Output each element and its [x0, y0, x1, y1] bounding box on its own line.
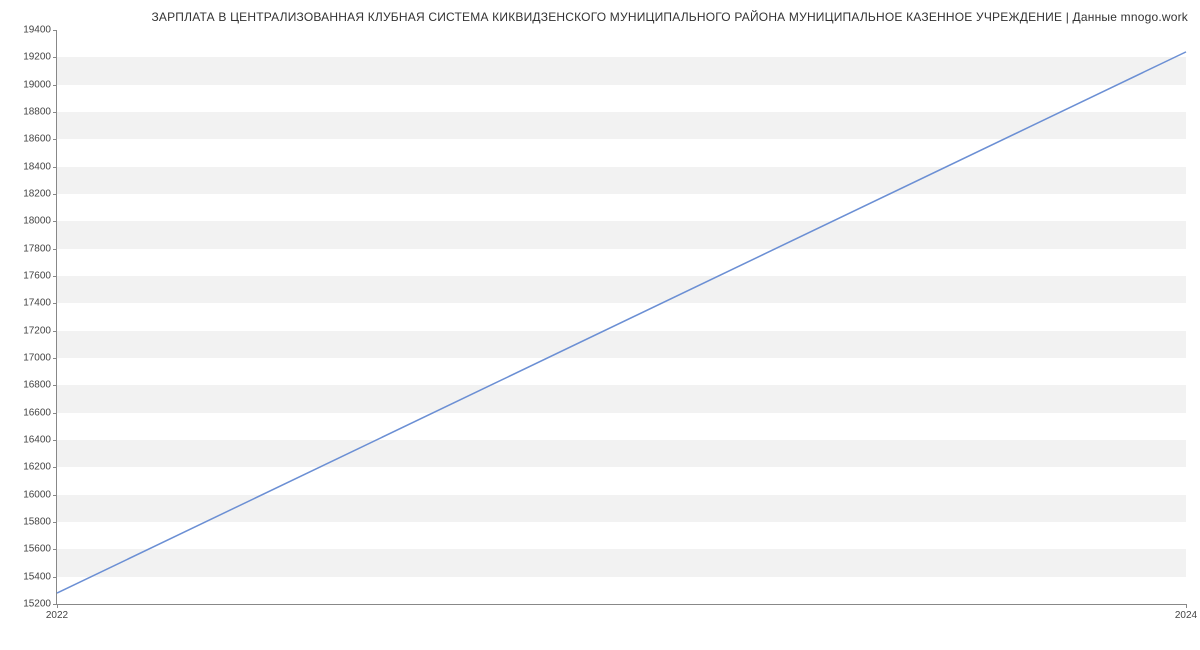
y-axis-label: 18600: [23, 134, 51, 145]
y-axis-tick: [53, 385, 57, 386]
y-axis-tick: [53, 358, 57, 359]
y-axis-label: 19400: [23, 25, 51, 36]
y-axis-tick: [53, 139, 57, 140]
y-axis-label: 15400: [23, 571, 51, 582]
y-axis-tick: [53, 522, 57, 523]
y-axis-label: 16000: [23, 489, 51, 500]
y-axis-label: 19000: [23, 79, 51, 90]
y-axis-tick: [53, 276, 57, 277]
y-axis-label: 19200: [23, 52, 51, 63]
y-axis-label: 16800: [23, 380, 51, 391]
y-axis-label: 18200: [23, 189, 51, 200]
x-axis-label: 2024: [1175, 610, 1197, 621]
y-axis-label: 18000: [23, 216, 51, 227]
y-axis-tick: [53, 249, 57, 250]
y-axis-tick: [53, 549, 57, 550]
chart-title: ЗАРПЛАТА В ЦЕНТРАЛИЗОВАННАЯ КЛУБНАЯ СИСТ…: [0, 0, 1200, 24]
y-axis-tick: [53, 112, 57, 113]
y-axis-label: 16400: [23, 435, 51, 446]
y-axis-label: 17200: [23, 325, 51, 336]
y-axis-label: 16200: [23, 462, 51, 473]
y-axis-label: 15200: [23, 599, 51, 610]
y-axis-tick: [53, 331, 57, 332]
line-path: [57, 52, 1186, 593]
y-axis-tick: [53, 413, 57, 414]
y-axis-label: 17400: [23, 298, 51, 309]
y-axis-tick: [53, 495, 57, 496]
x-axis-label: 2022: [46, 610, 68, 621]
y-axis-tick: [53, 194, 57, 195]
y-axis-tick: [53, 85, 57, 86]
plot-area: 1520015400156001580016000162001640016600…: [56, 30, 1186, 605]
y-axis-label: 18800: [23, 107, 51, 118]
y-axis-tick: [53, 467, 57, 468]
y-axis-tick: [53, 440, 57, 441]
y-axis-tick: [53, 221, 57, 222]
y-axis-label: 17000: [23, 353, 51, 364]
y-axis-tick: [53, 577, 57, 578]
y-axis-label: 17600: [23, 271, 51, 282]
y-axis-label: 15600: [23, 544, 51, 555]
y-axis-label: 17800: [23, 243, 51, 254]
y-axis-tick: [53, 57, 57, 58]
x-axis-tick: [57, 604, 58, 608]
chart-container: ЗАРПЛАТА В ЦЕНТРАЛИЗОВАННАЯ КЛУБНАЯ СИСТ…: [0, 0, 1200, 650]
y-axis-tick: [53, 167, 57, 168]
y-axis-tick: [53, 30, 57, 31]
x-axis-tick: [1186, 604, 1187, 608]
y-axis-label: 15800: [23, 517, 51, 528]
y-axis-tick: [53, 303, 57, 304]
y-axis-label: 16600: [23, 407, 51, 418]
line-series: [57, 30, 1186, 604]
y-axis-label: 18400: [23, 161, 51, 172]
